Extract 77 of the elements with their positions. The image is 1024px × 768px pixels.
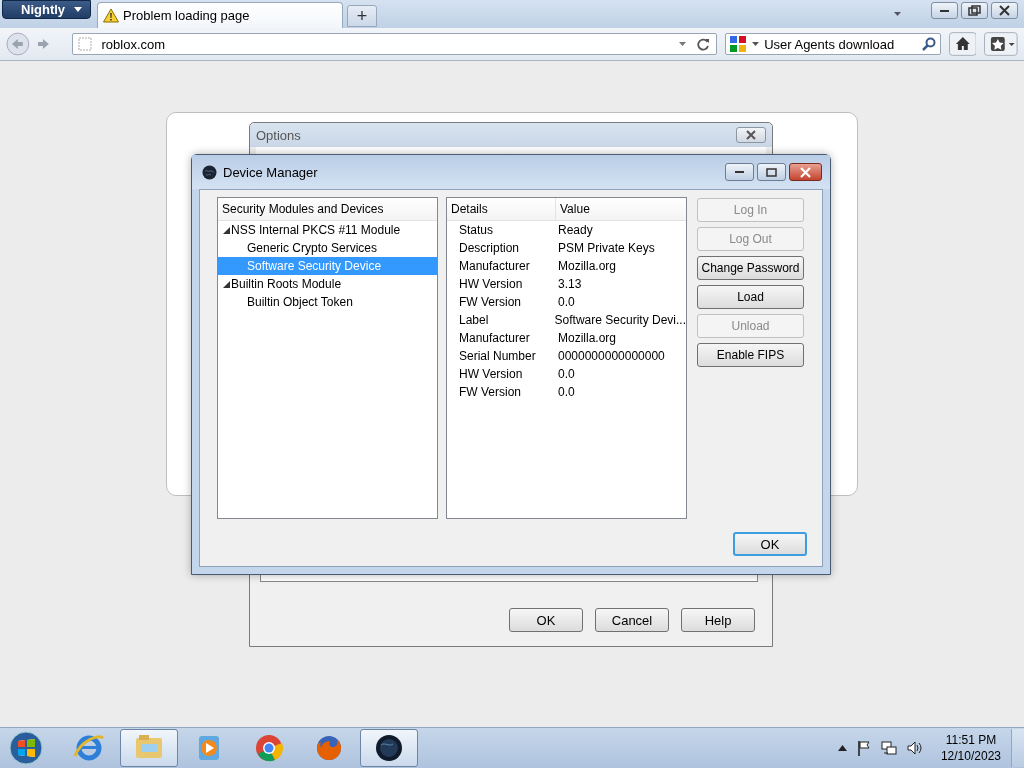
minimize-icon (940, 9, 949, 12)
clock-date[interactable]: 12/10/2023 (940, 748, 1001, 764)
column-header[interactable]: Security Modules and Devices (222, 202, 384, 216)
detail-label: Status (458, 223, 495, 237)
detail-value: Ready (558, 223, 594, 237)
flag-icon[interactable] (856, 740, 871, 756)
close-icon (999, 5, 1010, 16)
caret-icon (74, 7, 83, 12)
detail-value: 3.13 (558, 277, 583, 291)
globe-icon (202, 164, 217, 180)
detail-label: FW Version (458, 385, 522, 399)
window-title: Options (256, 127, 301, 143)
close-icon (745, 130, 757, 140)
close-icon (800, 166, 811, 178)
ok-button[interactable]: OK (733, 532, 807, 556)
close-button[interactable] (736, 127, 766, 143)
detail-label: HW Version (458, 277, 524, 291)
detail-label: Manufacturer (458, 331, 531, 345)
close-button[interactable] (991, 2, 1018, 19)
search-field[interactable]: User Agents download (725, 33, 941, 55)
tree-item[interactable]: NSS Internal PKCS #11 Module (218, 221, 437, 239)
minimize-button[interactable] (725, 163, 754, 181)
detail-value: 0.0 (558, 367, 576, 381)
caret-icon[interactable] (894, 12, 901, 16)
detail-label: Description (458, 241, 521, 255)
detail-value: 0.0 (558, 295, 576, 309)
tree-item[interactable]: Generic Crypto Services (218, 239, 437, 257)
dialog-button[interactable]: OK (509, 608, 583, 632)
maximize-icon (766, 167, 777, 177)
warning-icon (103, 8, 120, 23)
dialog-button[interactable]: Help (681, 608, 755, 632)
bookmarks-button[interactable] (984, 32, 1018, 56)
detail-value: Software Security Devi... (554, 313, 686, 327)
search-icon[interactable] (921, 37, 936, 51)
detail-label: Manufacturer (458, 259, 531, 273)
speaker-icon[interactable] (906, 740, 923, 756)
detail-value: Mozilla.org (558, 331, 618, 345)
caret-icon (752, 42, 760, 46)
reload-icon[interactable] (696, 37, 711, 51)
close-button[interactable] (789, 163, 822, 181)
column-header[interactable]: Value (556, 198, 686, 220)
restore-button[interactable] (961, 2, 988, 19)
detail-label: HW Version (458, 367, 524, 381)
action-button[interactable]: Change Password (697, 256, 804, 280)
dialog-button[interactable]: Cancel (595, 608, 669, 632)
blank-page-icon (77, 37, 92, 51)
tree-item[interactable]: Builtin Object Token (218, 293, 437, 311)
app-menu-button[interactable]: Nightly (2, 0, 92, 19)
show-hidden-icons-icon[interactable] (837, 745, 847, 751)
detail-value: Mozilla.org (558, 259, 618, 273)
expander-arrow-icon[interactable] (223, 280, 230, 288)
network-icon[interactable] (880, 740, 897, 756)
window-title: Device Manager (223, 164, 318, 180)
detail-value: PSM Private Keys (558, 241, 656, 255)
clock-time[interactable]: 11:51 PM (945, 732, 997, 748)
browser-tab[interactable]: Problem loading page (97, 2, 344, 28)
address-field[interactable]: roblox.com (71, 33, 718, 55)
search-engine-icon[interactable] (729, 35, 748, 53)
column-header[interactable]: Details (447, 198, 556, 220)
start-button[interactable] (6, 729, 46, 767)
detail-label: FW Version (458, 295, 522, 309)
detail-value: 0.0 (558, 385, 576, 399)
new-tab-button[interactable]: + (347, 5, 378, 27)
action-button[interactable]: Enable FIPS (697, 343, 804, 367)
tree-item[interactable]: Builtin Roots Module (218, 275, 437, 293)
action-button[interactable]: Load (697, 285, 804, 309)
detail-label: Serial Number (458, 349, 537, 363)
detail-value: 0000000000000000 (558, 349, 666, 363)
expander-arrow-icon[interactable] (223, 226, 230, 234)
dropdown-icon[interactable] (679, 42, 687, 46)
minimize-button[interactable] (931, 2, 958, 19)
minimize-icon (735, 171, 744, 173)
detail-label: Label (458, 313, 490, 327)
maximize-button[interactable] (757, 163, 786, 181)
taskbar-button[interactable] (360, 729, 418, 767)
home-button[interactable] (948, 32, 977, 56)
restore-icon (968, 5, 981, 16)
